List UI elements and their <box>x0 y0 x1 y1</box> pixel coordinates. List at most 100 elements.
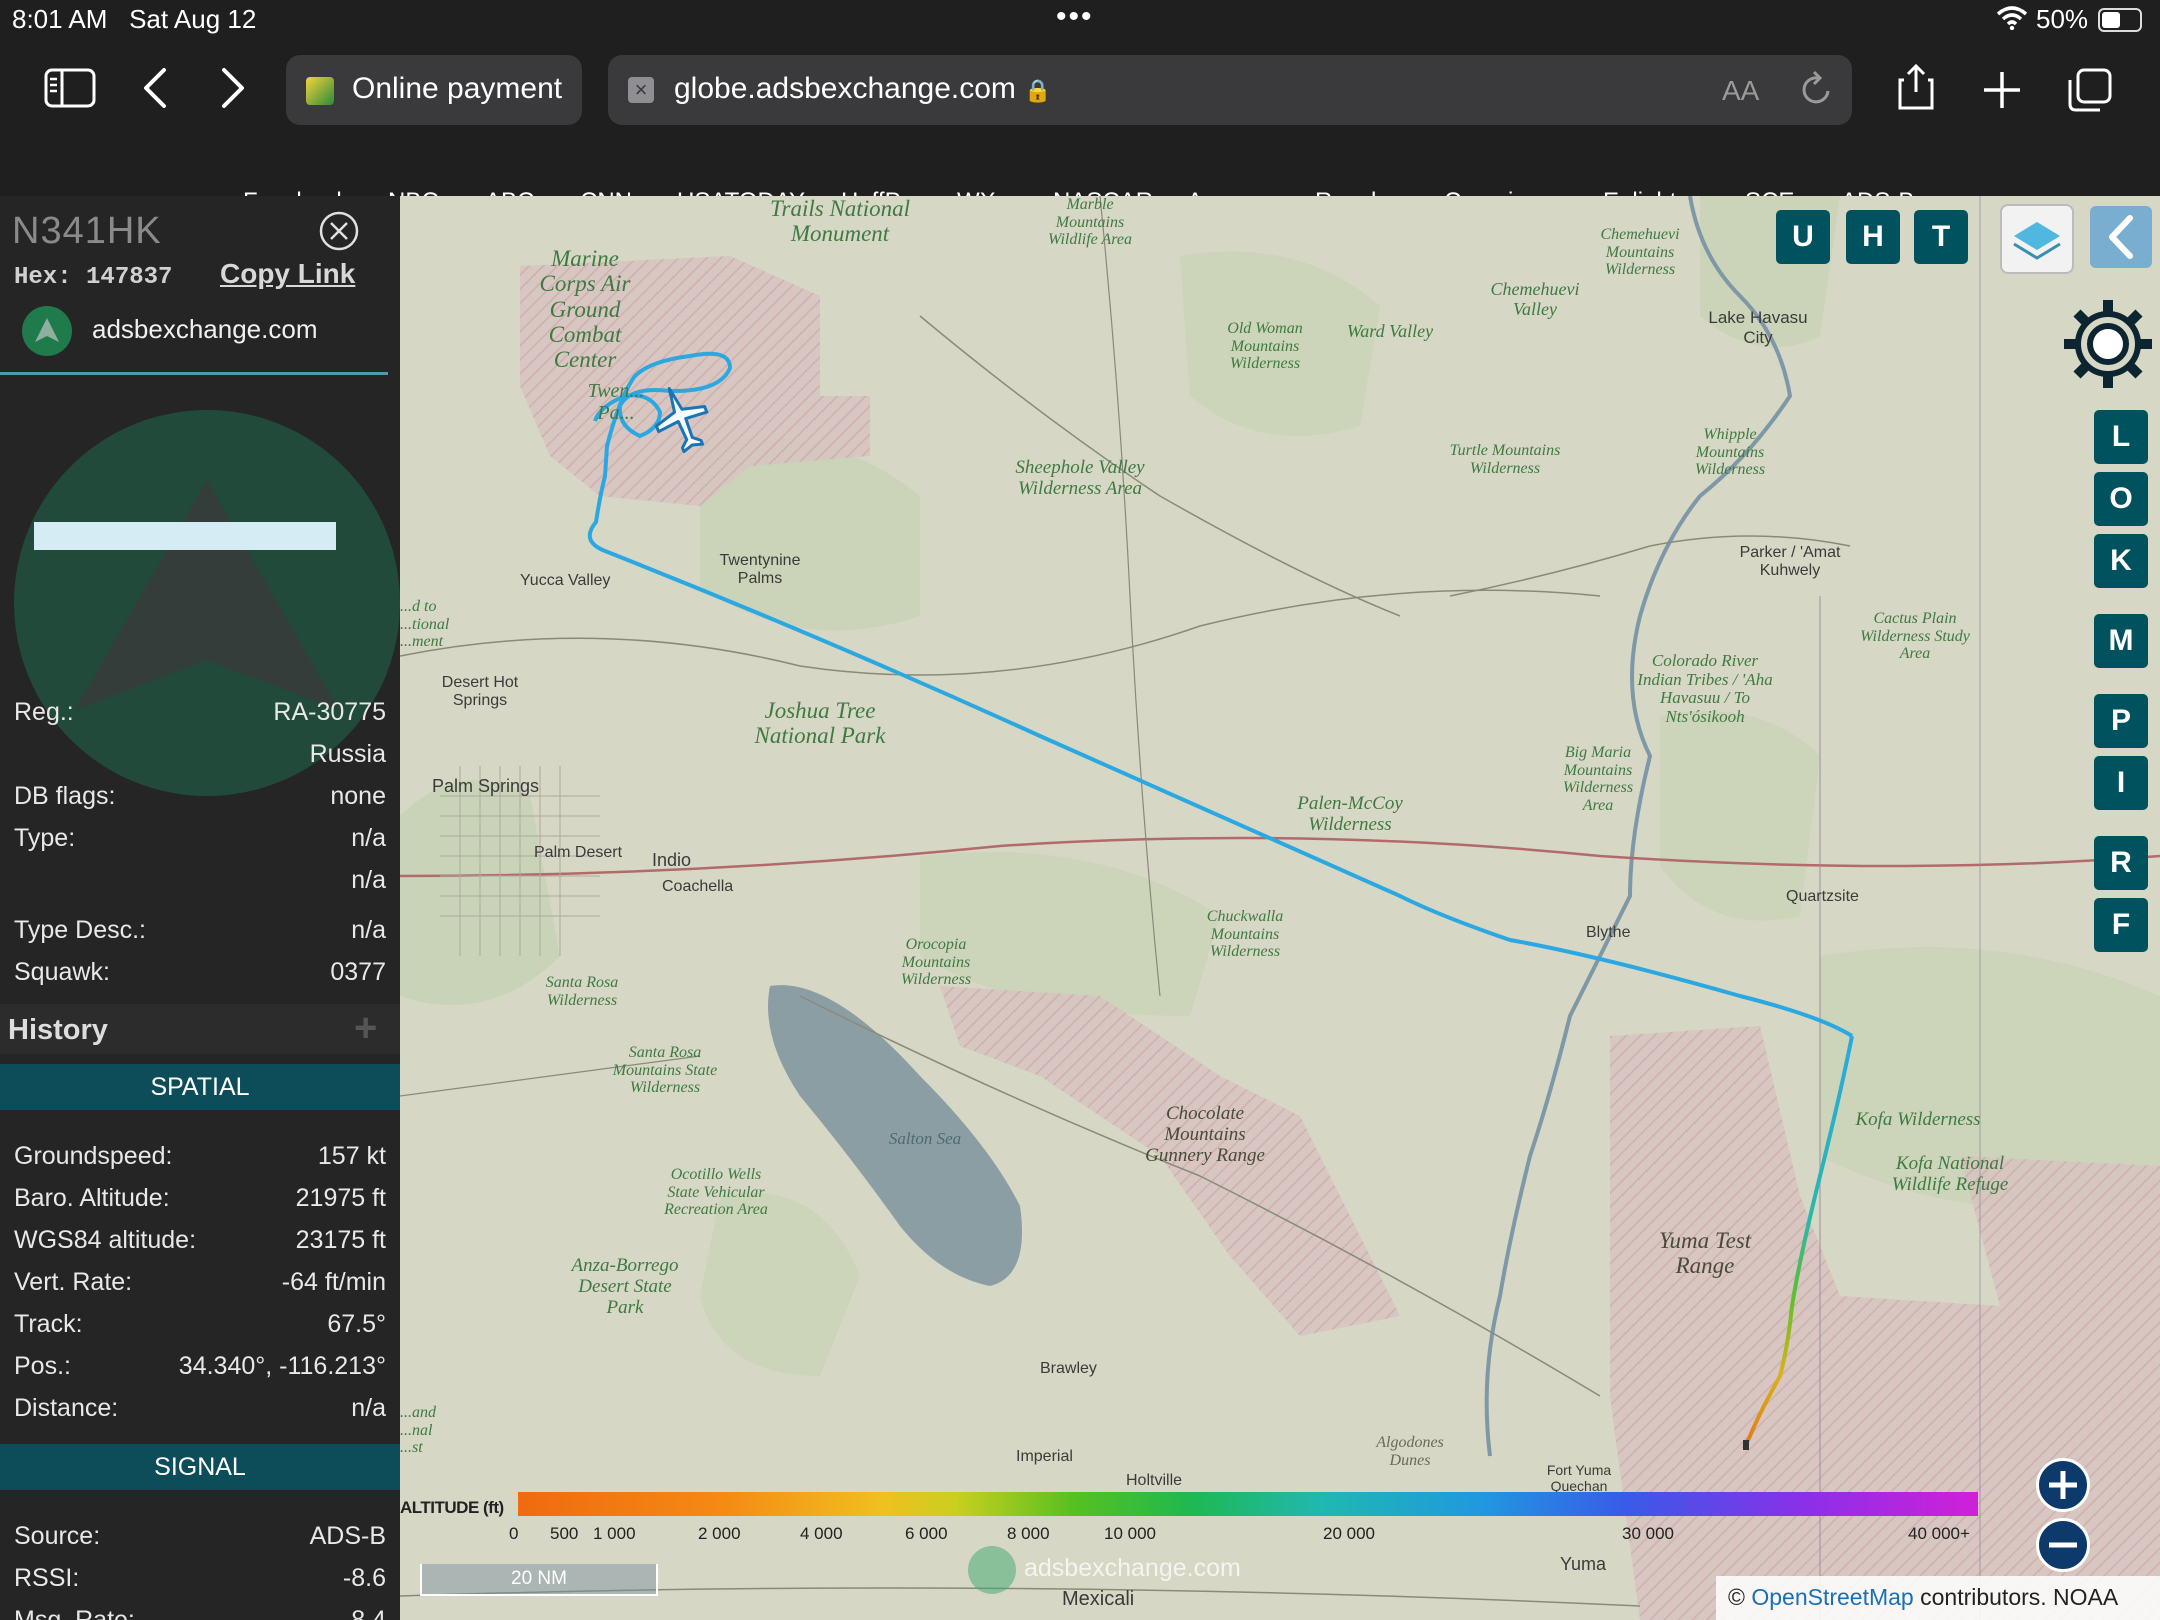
scale-label: 20 NM <box>511 1568 567 1589</box>
battery-percent: 50% <box>2036 4 2089 34</box>
map-label: Imperial <box>1016 1448 1073 1465</box>
map-label: Santa Rosa Wilderness <box>545 974 619 1009</box>
spatial-row: Groundspeed: 157 kt <box>14 1142 386 1170</box>
map-label: Holtville <box>1126 1472 1183 1489</box>
altitude-tick: 6 000 <box>905 1524 948 1543</box>
history-header[interactable]: History + <box>0 1004 400 1054</box>
battery-icon <box>2098 8 2142 32</box>
spatial-header[interactable]: SPATIAL <box>0 1064 400 1110</box>
map-label: Joshua Tree National Park <box>754 698 886 749</box>
zoom-in-button[interactable] <box>2036 1458 2090 1512</box>
altitude-tick: 10 000 <box>1104 1524 1156 1543</box>
status-bar: 8:01 AM Sat Aug 12 ••• 50% <box>0 0 2160 40</box>
map-label: Marine Corps Air Ground Combat Center <box>539 246 631 373</box>
map-button-f[interactable]: F <box>2094 898 2148 952</box>
map-label: Twentynine Palms <box>719 552 801 587</box>
map-view[interactable]: Trails National Monument Marine Corps Ai… <box>400 196 2160 1620</box>
altitude-tick: 4 000 <box>800 1524 843 1543</box>
map-label: Indio <box>652 850 692 870</box>
url-text: globe.adsbexchange.com 🔒 <box>674 72 1052 105</box>
map-label: Yuma Test Range <box>1658 1228 1752 1279</box>
detail-row: DB flags: none <box>14 782 386 810</box>
map-label: Turtle Mountains Wilderness <box>1449 442 1561 477</box>
close-icon[interactable] <box>318 210 360 252</box>
map-button-p[interactable]: P <box>2094 694 2148 748</box>
map-button-u[interactable]: U <box>1776 210 1830 264</box>
hex-line: Hex: 147837 <box>14 264 173 291</box>
signal-header[interactable]: SIGNAL <box>0 1444 400 1490</box>
map-label: Yucca Valley <box>520 572 611 589</box>
map-button-i[interactable]: I <box>2094 756 2148 810</box>
altitude-tick: 20 000 <box>1323 1524 1375 1543</box>
lock-icon: 🔒 <box>1024 78 1052 103</box>
tab-close-icon[interactable]: × <box>628 77 654 103</box>
map-label: Whipple Mountains Wilderness <box>1694 426 1766 479</box>
back-icon[interactable] <box>140 66 170 110</box>
map-label: Quartzsite <box>1786 888 1859 905</box>
new-tab-icon[interactable] <box>1982 70 2022 110</box>
map-button-k[interactable]: K <box>2094 534 2148 588</box>
reader-aa-button[interactable]: AA <box>1722 75 1759 107</box>
adsbx-logo-icon <box>22 306 72 356</box>
expand-plus-icon[interactable]: + <box>354 1006 377 1051</box>
map-label: Yuma <box>1560 1554 1607 1574</box>
map-button-r[interactable]: R <box>2094 836 2148 890</box>
tab-title: Online payment <box>352 72 563 105</box>
reload-icon[interactable] <box>1800 69 1834 109</box>
scale-bar: 20 NM <box>420 1564 658 1596</box>
signal-row: Source: ADS-B <box>14 1522 386 1550</box>
chevron-left-icon <box>2109 215 2133 259</box>
map-button-l[interactable]: L <box>2094 410 2148 464</box>
collapse-panel-button[interactable] <box>2090 206 2152 268</box>
map-button-h[interactable]: H <box>1846 210 1900 264</box>
altitude-tick: 500 <box>550 1524 579 1543</box>
spatial-row: Baro. Altitude: 21975 ft <box>14 1184 386 1212</box>
altitude-tick: 2 000 <box>698 1524 741 1543</box>
spatial-row: Distance: n/a <box>14 1394 386 1422</box>
tab-pill[interactable]: Online payment <box>286 55 582 125</box>
altitude-tick: 40 000+ <box>1908 1524 1970 1543</box>
map-label: Brawley <box>1040 1360 1097 1377</box>
history-title: History <box>8 1014 108 1046</box>
map-label: ...and ...nal ...st <box>400 1404 436 1457</box>
tabs-overview-icon[interactable] <box>2066 66 2114 114</box>
signal-row: Msg. Rate: 8.4 <box>14 1606 386 1620</box>
map-label: Trails National Monument <box>770 196 910 247</box>
forward-icon[interactable] <box>218 66 248 110</box>
layers-button[interactable] <box>2000 204 2074 274</box>
map-label: Fort Yuma Quechan <box>1546 1462 1612 1494</box>
divider <box>0 372 388 375</box>
map-label: Parker / 'Amat Kuhwely <box>1739 544 1841 579</box>
sidebar-toggle-icon[interactable] <box>44 68 96 108</box>
map-label: Palm Desert <box>534 844 623 861</box>
detail-row: Squawk: 0377 <box>14 958 386 986</box>
map-label: Salton Sea <box>888 1129 962 1148</box>
openstreetmap-link[interactable]: OpenStreetMap <box>1751 1584 1913 1610</box>
multitask-dots[interactable]: ••• <box>1056 0 1094 34</box>
map-label: Sheephole Valley Wilderness Area <box>1015 457 1145 499</box>
map-attribution: © OpenStreetMap contributors. NOAA <box>1716 1576 2160 1620</box>
map-button-o[interactable]: O <box>2094 472 2148 526</box>
map-label: Santa Rosa Mountains State Wilderness <box>612 1044 718 1097</box>
detail-row: Russia <box>309 740 386 768</box>
settings-gear-icon[interactable] <box>2060 296 2156 392</box>
detail-row: Type: n/a <box>14 824 386 852</box>
share-icon[interactable] <box>1896 62 1936 112</box>
map-label: Colorado River Indian Tribes / 'Aha Hava… <box>1637 651 1773 727</box>
map-button-t[interactable]: T <box>1914 210 1968 264</box>
aircraft-callsign: N341HK <box>12 210 162 252</box>
copy-link[interactable]: Copy Link <box>220 258 355 290</box>
altitude-tick: 30 000 <box>1622 1524 1674 1543</box>
detail-row: Reg.: RA-30775 <box>14 698 386 726</box>
map-button-m[interactable]: M <box>2094 614 2148 668</box>
url-bar[interactable]: × globe.adsbexchange.com 🔒 AA <box>608 55 1852 125</box>
zoom-out-button[interactable] <box>2036 1518 2090 1572</box>
map-label: Twen... Pa... <box>587 380 645 424</box>
altitude-color-bar <box>518 1492 1978 1516</box>
map-label: Chuckwalla Mountains Wilderness <box>1206 908 1284 961</box>
map-label: Mexicali <box>1062 1588 1135 1610</box>
wifi-icon <box>1996 6 2028 30</box>
source-site-link[interactable]: adsbexchange.com <box>92 314 317 345</box>
detail-row: n/a <box>351 866 386 894</box>
altitude-tick: 1 000 <box>593 1524 636 1543</box>
